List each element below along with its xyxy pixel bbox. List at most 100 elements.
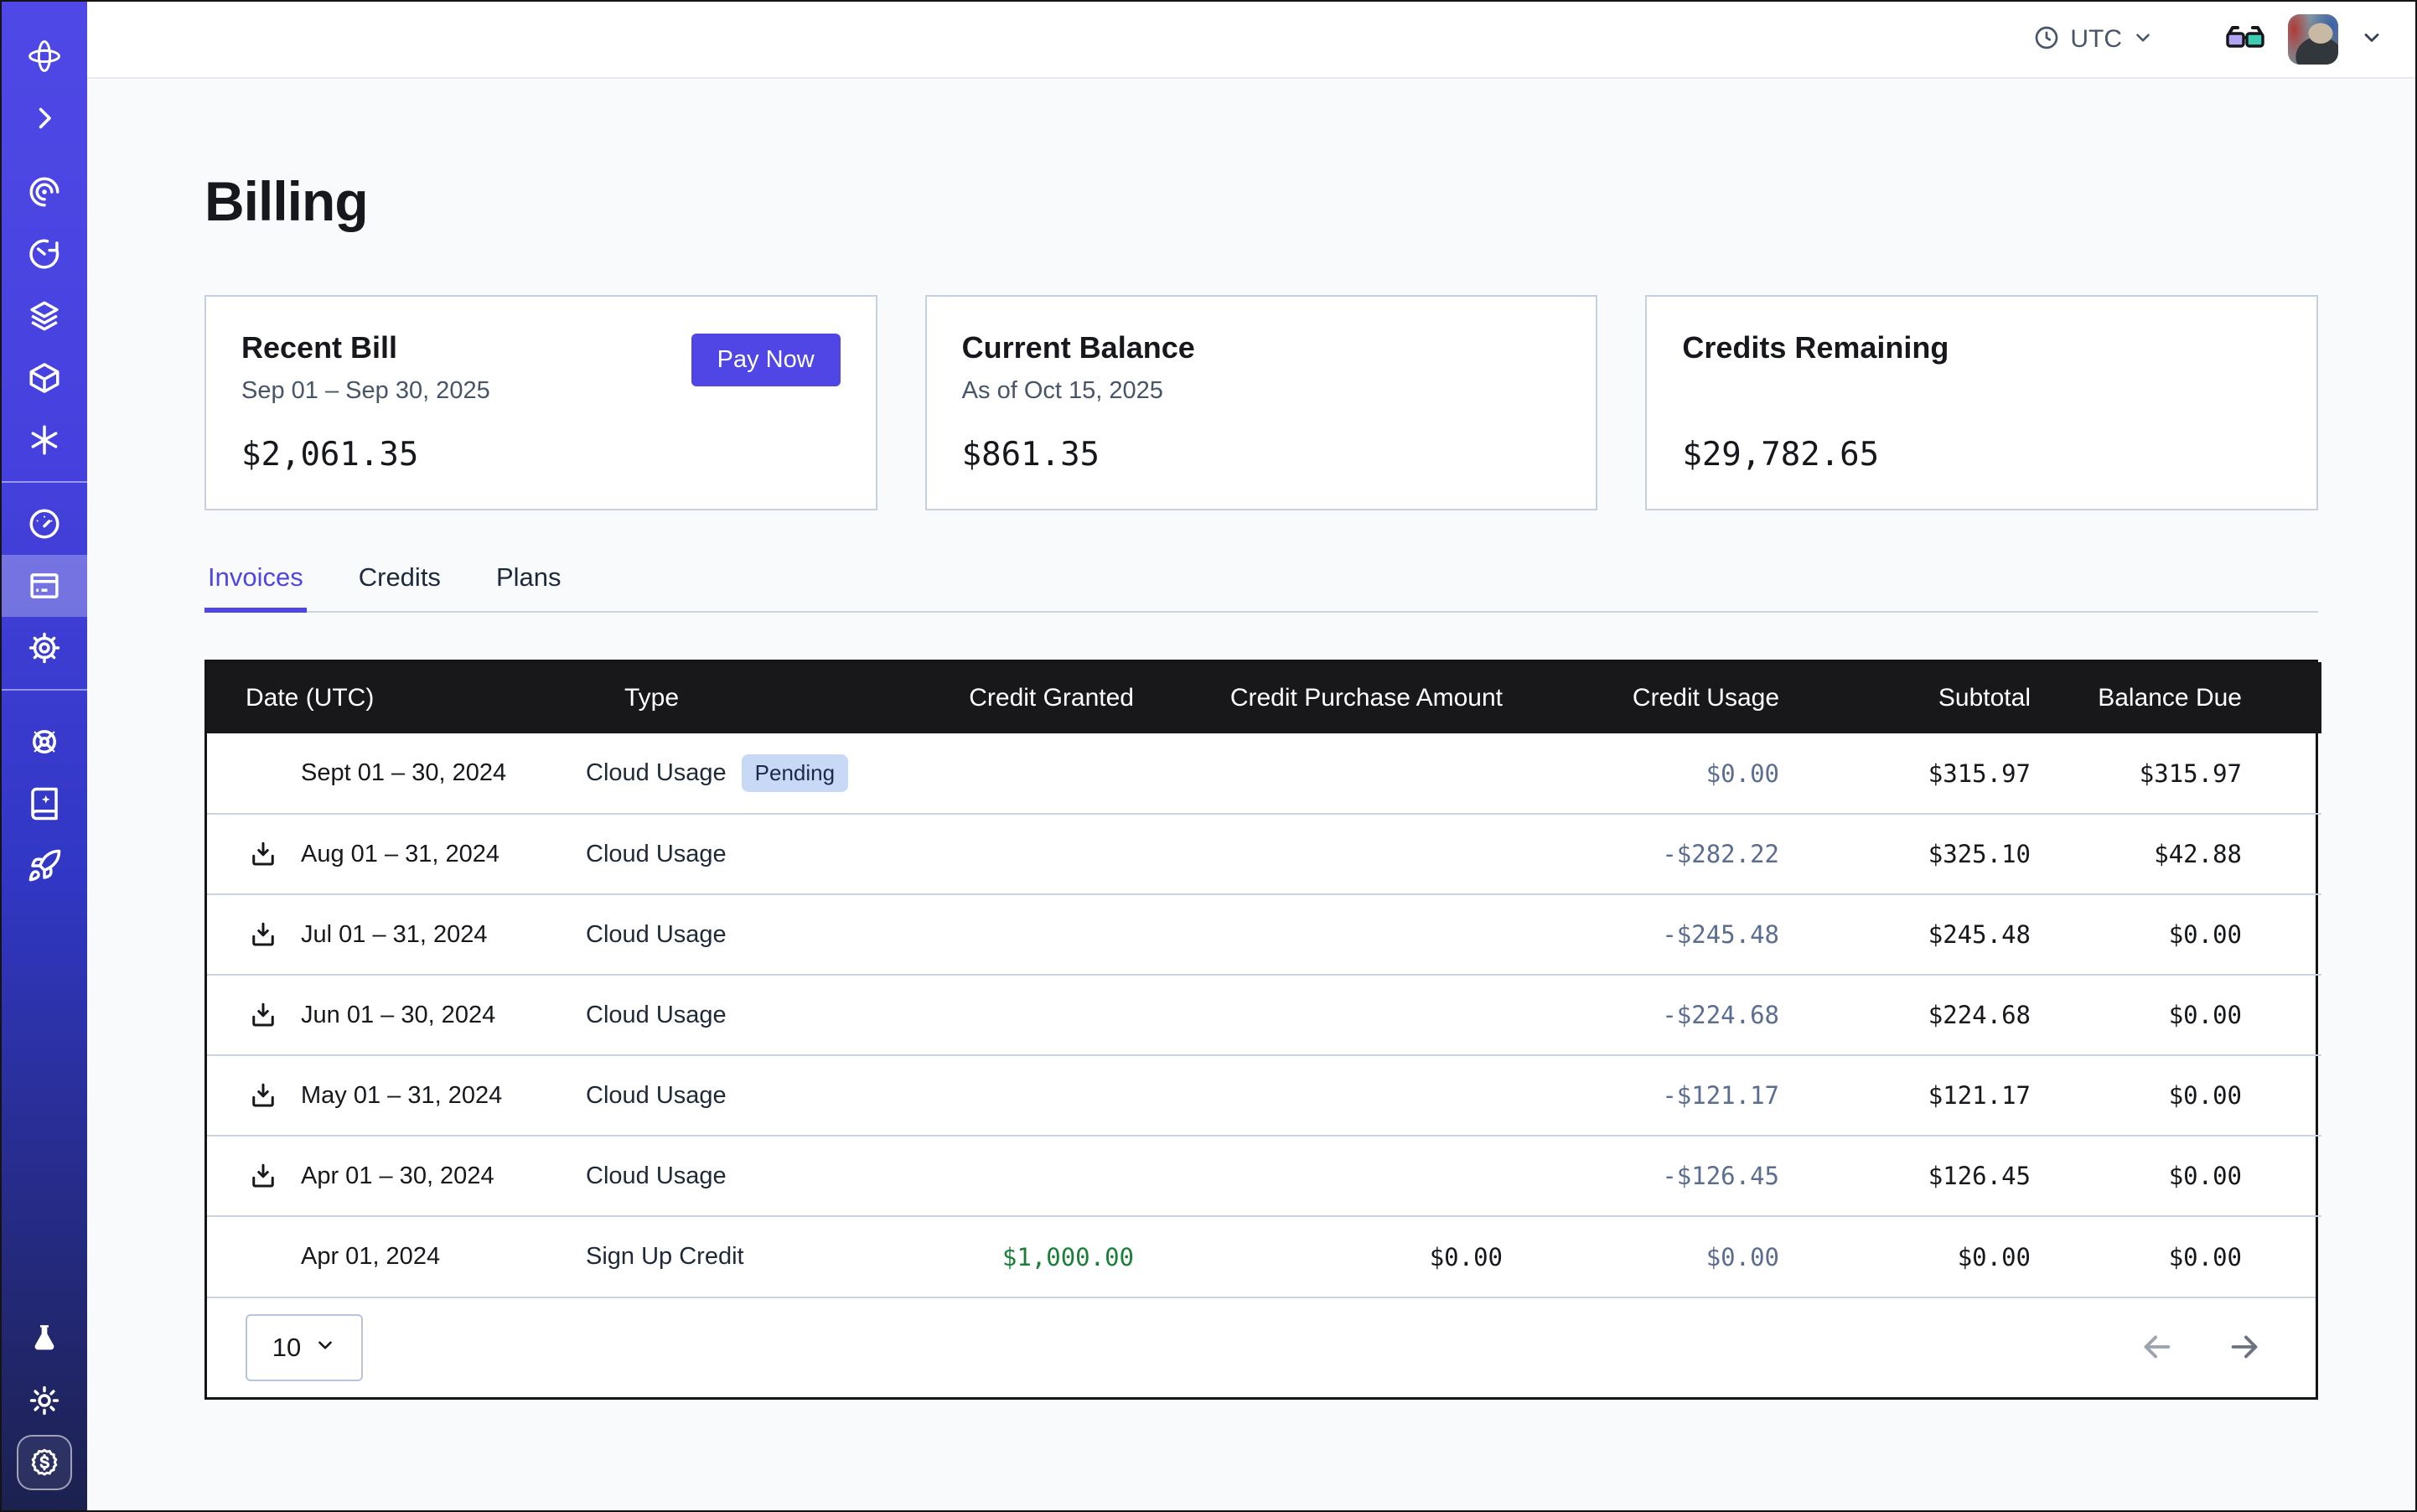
invoice-row[interactable]: Apr 01, 2024 Sign Up Credit $1,000.00 $0… bbox=[207, 1216, 2321, 1297]
sidebar-item-packages[interactable] bbox=[2, 347, 87, 409]
download-invoice-button[interactable] bbox=[246, 997, 281, 1033]
credit-purchase-value bbox=[1172, 894, 1541, 975]
page-size-value: 10 bbox=[272, 1333, 301, 1363]
subtotal-value: $126.45 bbox=[1818, 1136, 2069, 1216]
credit-granted-value bbox=[938, 733, 1172, 814]
subtotal-value: $0.00 bbox=[1818, 1216, 2069, 1297]
sidebar-item-timers[interactable] bbox=[2, 223, 87, 285]
chevron-right-icon bbox=[29, 103, 60, 133]
recent-bill-title: Recent Bill bbox=[241, 330, 490, 365]
sidebar-item-helm[interactable] bbox=[2, 711, 87, 773]
download-invoice-button[interactable] bbox=[246, 1158, 281, 1194]
sidebar-item-billing[interactable] bbox=[2, 555, 87, 617]
download-invoice-button[interactable] bbox=[246, 836, 281, 872]
table-header: Date (UTC) Type Credit Granted Credit Pu… bbox=[207, 662, 2321, 733]
sidebar-item-services[interactable] bbox=[2, 409, 87, 471]
balance-due-value: $0.00 bbox=[2069, 975, 2321, 1055]
topbar: UTC bbox=[87, 2, 2415, 79]
gauge-icon bbox=[27, 506, 62, 541]
balance-due-value: $0.00 bbox=[2069, 894, 2321, 975]
gear-icon bbox=[27, 630, 62, 665]
balance-due-value: $0.00 bbox=[2069, 1136, 2321, 1216]
vision-glasses-icon[interactable] bbox=[2224, 23, 2266, 56]
credit-purchase-value bbox=[1172, 814, 1541, 894]
billing-page: Billing Recent Bill Sep 01 – Sep 30, 202… bbox=[87, 79, 2415, 1510]
balance-due-value: $315.97 bbox=[2069, 733, 2321, 814]
download-icon bbox=[248, 1161, 278, 1191]
invoice-row[interactable]: Sept 01 – 30, 2024 Cloud Usage Pending $… bbox=[207, 733, 2321, 814]
invoice-type: Sign Up Credit bbox=[586, 1243, 744, 1271]
invoice-type: Cloud Usage bbox=[586, 1162, 727, 1190]
chevron-down-icon bbox=[2132, 27, 2154, 53]
user-avatar[interactable] bbox=[2288, 14, 2338, 65]
logo-orbit-icon bbox=[26, 38, 63, 75]
download-invoice-button[interactable] bbox=[246, 1078, 281, 1113]
col-credit-purchase: Credit Purchase Amount bbox=[1172, 662, 1541, 733]
sidebar-item-observe[interactable] bbox=[2, 161, 87, 223]
status-badge: Pending bbox=[742, 754, 848, 792]
subtotal-value: $325.10 bbox=[1818, 814, 2069, 894]
download-icon bbox=[248, 839, 278, 869]
credit-purchase-value: $0.00 bbox=[1172, 1216, 1541, 1297]
download-icon bbox=[248, 1000, 278, 1030]
credit-granted-value: $1,000.00 bbox=[938, 1216, 1172, 1297]
sidebar-item-docs[interactable] bbox=[2, 773, 87, 835]
tab-invoices[interactable]: Invoices bbox=[204, 562, 307, 611]
credit-usage-value: -$282.22 bbox=[1541, 814, 1818, 894]
timezone-selector[interactable]: UTC bbox=[2033, 24, 2154, 55]
credit-granted-value bbox=[938, 975, 1172, 1055]
page-size-select[interactable]: 10 bbox=[246, 1314, 363, 1381]
download-invoice-button[interactable] bbox=[246, 917, 281, 952]
invoice-period: Apr 01, 2024 bbox=[301, 1243, 440, 1271]
download-icon bbox=[248, 919, 278, 950]
credits-dollar-button[interactable] bbox=[17, 1435, 72, 1490]
sidebar bbox=[2, 2, 87, 1510]
tab-plans[interactable]: Plans bbox=[493, 562, 565, 611]
sidebar-divider bbox=[2, 481, 87, 483]
page-title: Billing bbox=[204, 169, 2318, 233]
sidebar-collapse-button[interactable] bbox=[2, 87, 87, 149]
clock-icon bbox=[2033, 24, 2060, 55]
current-balance-title: Current Balance bbox=[962, 330, 1195, 365]
sidebar-item-usage[interactable] bbox=[2, 493, 87, 555]
invoice-row[interactable]: May 01 – 31, 2024 Cloud Usage -$121.17 $… bbox=[207, 1055, 2321, 1136]
table-footer: 10 bbox=[207, 1297, 2316, 1397]
subtotal-value: $121.17 bbox=[1818, 1055, 2069, 1136]
pay-now-button[interactable]: Pay Now bbox=[691, 334, 841, 386]
sidebar-item-layers[interactable] bbox=[2, 285, 87, 347]
credit-purchase-value bbox=[1172, 1055, 1541, 1136]
col-balance-due: Balance Due bbox=[2069, 662, 2321, 733]
sidebar-logo bbox=[2, 25, 87, 87]
flask-icon bbox=[28, 1322, 61, 1355]
prev-page-button[interactable] bbox=[2138, 1328, 2176, 1369]
invoice-row[interactable]: Jun 01 – 30, 2024 Cloud Usage -$224.68 $… bbox=[207, 975, 2321, 1055]
credit-usage-value: -$245.48 bbox=[1541, 894, 1818, 975]
sidebar-item-settings[interactable] bbox=[2, 617, 87, 679]
credit-granted-value bbox=[938, 1055, 1172, 1136]
invoice-row[interactable]: Aug 01 – 31, 2024 Cloud Usage -$282.22 $… bbox=[207, 814, 2321, 894]
observe-eye-icon bbox=[27, 174, 62, 210]
col-credit-granted: Credit Granted bbox=[938, 662, 1172, 733]
recent-bill-period: Sep 01 – Sep 30, 2025 bbox=[241, 377, 490, 405]
cube-icon bbox=[27, 360, 62, 396]
next-page-button[interactable] bbox=[2225, 1328, 2264, 1369]
subtotal-value: $224.68 bbox=[1818, 975, 2069, 1055]
timezone-label: UTC bbox=[2070, 25, 2122, 54]
recent-bill-card: Recent Bill Sep 01 – Sep 30, 2025 Pay No… bbox=[204, 295, 877, 510]
layers-icon bbox=[27, 298, 62, 334]
chevron-down-icon[interactable] bbox=[2360, 26, 2383, 54]
col-credit-usage: Credit Usage bbox=[1541, 662, 1818, 733]
credit-purchase-value bbox=[1172, 975, 1541, 1055]
balance-due-value: $0.00 bbox=[2069, 1055, 2321, 1136]
invoice-row[interactable]: Apr 01 – 30, 2024 Cloud Usage -$126.45 $… bbox=[207, 1136, 2321, 1216]
sidebar-item-theme[interactable] bbox=[2, 1370, 87, 1432]
sidebar-item-credits[interactable] bbox=[2, 1432, 87, 1494]
invoice-row[interactable]: Jul 01 – 31, 2024 Cloud Usage -$245.48 $… bbox=[207, 894, 2321, 975]
tab-credits[interactable]: Credits bbox=[355, 562, 444, 611]
sidebar-item-labs[interactable] bbox=[2, 1307, 87, 1370]
invoice-type: Cloud Usage bbox=[586, 1002, 727, 1029]
billing-tabs: Invoices Credits Plans bbox=[204, 562, 2318, 613]
invoice-period: Jun 01 – 30, 2024 bbox=[301, 1002, 495, 1029]
sidebar-item-launch[interactable] bbox=[2, 835, 87, 897]
asterisk-icon bbox=[27, 422, 62, 458]
